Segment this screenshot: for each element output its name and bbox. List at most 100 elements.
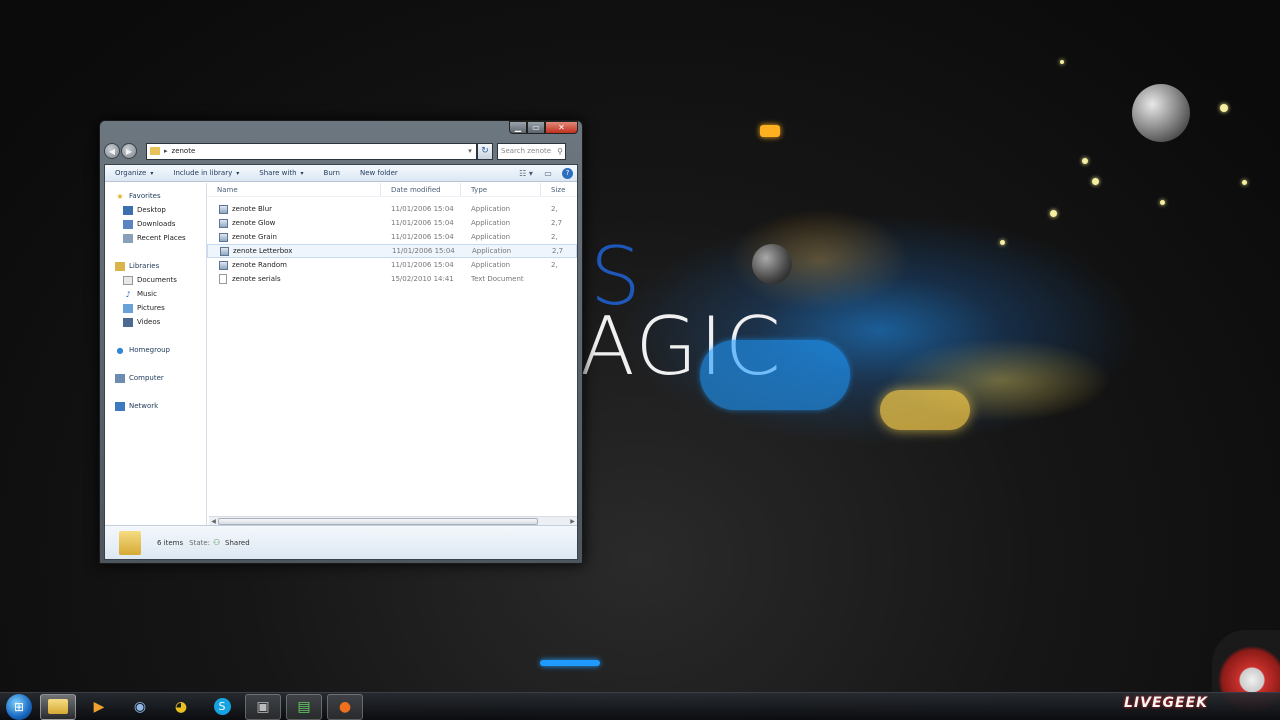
nav-label: Videos: [137, 318, 161, 326]
scroll-right-icon[interactable]: ▶: [568, 518, 577, 525]
wallpaper-spark: [1000, 240, 1005, 245]
nav-item-videos[interactable]: Videos: [105, 315, 206, 329]
file-type: Text Document: [471, 275, 524, 283]
chevron-down-icon: ▾: [236, 169, 240, 177]
address-dropdown-icon[interactable]: ▾: [464, 147, 476, 155]
taskbar-browser[interactable]: ◉: [122, 694, 158, 720]
scroll-left-icon[interactable]: ◀: [209, 518, 218, 525]
wallpaper-spark: [1082, 158, 1088, 164]
wallpaper-spark: [1160, 200, 1165, 205]
burn-button[interactable]: Burn: [324, 169, 340, 177]
nav-item-recent-places[interactable]: Recent Places: [105, 231, 206, 245]
file-row[interactable]: zenote Glow 11/01/2006 15:04 Application…: [207, 216, 577, 230]
media-player-icon: ▶: [93, 698, 105, 715]
chrome-icon: ◕: [174, 698, 188, 715]
minimize-button[interactable]: ▁: [509, 121, 527, 134]
horizontal-scrollbar[interactable]: ◀ ▶: [209, 516, 577, 525]
refresh-button[interactable]: ↻: [477, 142, 493, 160]
nav-item-pictures[interactable]: Pictures: [105, 301, 206, 315]
taskbar: ⊞ ▶ ◉ ◕ S ▣ ▤ ● LIVEGEEK: [0, 692, 1280, 720]
file-row[interactable]: zenote Random 11/01/2006 15:04 Applicati…: [207, 258, 577, 272]
forward-button[interactable]: ▶: [121, 143, 137, 159]
nav-item-downloads[interactable]: Downloads: [105, 217, 206, 231]
state-value: Shared: [225, 538, 250, 547]
text-document-icon: [219, 274, 227, 284]
nav-item-libraries[interactable]: Libraries: [105, 259, 206, 273]
nav-item-desktop[interactable]: Desktop: [105, 203, 206, 217]
taskbar-media-player[interactable]: ▶: [81, 694, 117, 720]
scrollbar-thumb[interactable]: [218, 517, 538, 525]
help-icon[interactable]: ?: [562, 167, 573, 179]
wallpaper-spark: [1220, 104, 1228, 112]
search-icon: ⚲: [557, 146, 563, 156]
file-row[interactable]: zenote Grain 11/01/2006 15:04 Applicatio…: [207, 230, 577, 244]
pictures-icon: [123, 303, 133, 313]
organize-button[interactable]: Organize ▾: [115, 169, 153, 177]
explorer-window[interactable]: ▁ ▭ ✕ ◀ ▶ ▸ zenote ▾ ↻ Search zenote ⚲ O…: [99, 120, 583, 564]
file-date: 11/01/2006 15:04: [392, 247, 455, 255]
column-header-type[interactable]: Type: [461, 183, 541, 196]
network-icon: [115, 401, 125, 411]
back-button[interactable]: ◀: [104, 143, 120, 159]
file-row[interactable]: zenote Blur 11/01/2006 15:04 Application…: [207, 202, 577, 216]
wallpaper-spark: [1060, 60, 1064, 64]
documents-icon: [123, 275, 133, 285]
wallpaper-spark: [1092, 178, 1099, 185]
column-header-size[interactable]: Size: [541, 183, 575, 196]
forward-arrow-icon: ▶: [125, 146, 133, 156]
state-label: State:: [189, 538, 211, 547]
videos-icon: [123, 317, 133, 327]
explorer-client-area: Organize ▾ Include in library ▾ Share with…: [104, 164, 578, 560]
file-type: Application: [471, 261, 511, 269]
view-options-icon[interactable]: ☷ ▾: [518, 167, 534, 179]
taskbar-firefox[interactable]: ●: [327, 693, 363, 720]
nav-label: Network: [129, 402, 159, 410]
file-row[interactable]: zenote serials 15/02/2010 14:41 Text Doc…: [207, 272, 577, 286]
address-bar[interactable]: ▸ zenote ▾: [146, 142, 477, 160]
nav-item-computer[interactable]: Computer: [105, 371, 206, 385]
file-row-hovered[interactable]: zenote Letterbox 11/01/2006 15:04 Applic…: [207, 244, 577, 258]
taskbar-camera-app[interactable]: ▣: [245, 693, 281, 720]
nav-label: Recent Places: [137, 234, 186, 242]
close-button[interactable]: ✕: [545, 121, 578, 134]
wallpaper-planet: [1132, 84, 1190, 142]
file-name: zenote Glow: [232, 219, 276, 227]
breadcrumb-chevron-icon[interactable]: ▸: [164, 147, 168, 155]
file-date: 11/01/2006 15:04: [391, 219, 454, 227]
start-button[interactable]: ⊞: [6, 693, 32, 720]
nav-item-documents[interactable]: Documents: [105, 273, 206, 287]
include-in-library-button[interactable]: Include in library ▾: [173, 169, 239, 177]
search-input[interactable]: Search zenote ⚲: [497, 142, 566, 160]
new-folder-label: New folder: [359, 169, 398, 177]
nav-item-network[interactable]: Network: [105, 399, 206, 413]
nav-label: Desktop: [137, 206, 166, 214]
file-name: zenote Letterbox: [233, 247, 293, 255]
desktop-icon: [123, 205, 133, 215]
new-folder-button[interactable]: New folder: [360, 169, 398, 177]
computer-icon: [115, 373, 125, 383]
taskbar-explorer[interactable]: [40, 693, 76, 720]
maximize-button[interactable]: ▭: [527, 121, 545, 134]
refresh-icon: ↻: [481, 146, 489, 156]
nav-item-music[interactable]: ♪ Music: [105, 287, 206, 301]
share-with-button[interactable]: Share with ▾: [259, 169, 303, 177]
taskbar-chrome[interactable]: ◕: [163, 694, 199, 720]
file-type: Application: [471, 205, 511, 213]
globe-icon: ◉: [133, 698, 147, 715]
column-header-date-modified[interactable]: Date modified: [381, 183, 461, 196]
nav-item-homegroup[interactable]: ● Homegroup: [105, 343, 206, 357]
taskbar-skype[interactable]: S: [204, 694, 240, 720]
preview-pane-icon[interactable]: ▭: [540, 167, 556, 179]
nav-item-favorites[interactable]: ★ Favorites: [105, 189, 206, 203]
column-header-name[interactable]: Name: [207, 183, 381, 196]
taskbar-app[interactable]: ▤: [286, 693, 322, 720]
homegroup-icon: ●: [116, 345, 124, 355]
breadcrumb[interactable]: zenote: [172, 147, 196, 155]
file-rows: zenote Blur 11/01/2006 15:04 Application…: [207, 197, 577, 286]
file-size: 2,: [551, 205, 558, 213]
nav-label: Favorites: [129, 192, 161, 200]
skype-icon: S: [213, 698, 231, 715]
